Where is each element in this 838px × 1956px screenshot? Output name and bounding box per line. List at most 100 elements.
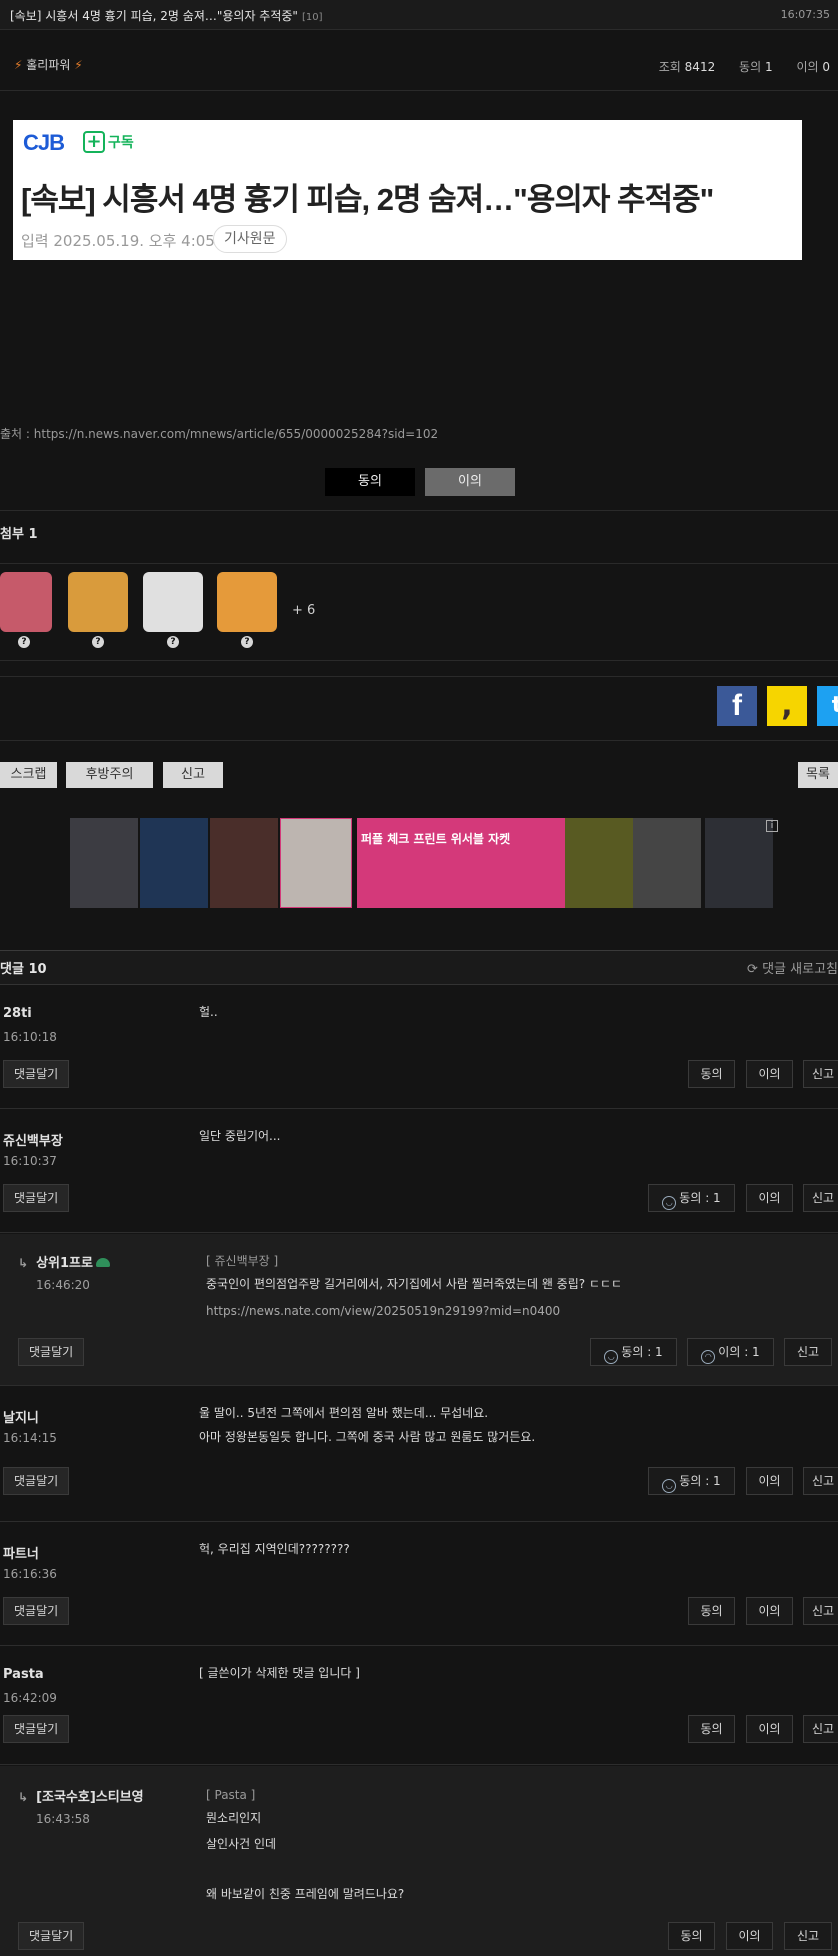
report-button[interactable]: 신고 bbox=[803, 1467, 838, 1495]
divider bbox=[0, 660, 838, 661]
comment-author[interactable]: 날지니 bbox=[3, 1407, 39, 1426]
comment-author[interactable]: Pasta bbox=[3, 1667, 44, 1682]
comment-author[interactable]: 파트너 bbox=[3, 1543, 39, 1562]
reply-button[interactable]: 댓글달기 bbox=[18, 1922, 85, 1950]
reply-button[interactable]: 댓글달기 bbox=[3, 1060, 70, 1088]
comment: 쥬신백부장 16:10:37 일단 중립기어... 댓글달기 ◡ 동의 : 1 이… bbox=[0, 1110, 838, 1233]
comment: 28ti 16:10:18 헐.. 댓글달기 동의 이의 신고 bbox=[0, 986, 838, 1109]
divider bbox=[0, 740, 838, 741]
quoted-author: [ 쥬신백부장 ] bbox=[206, 1254, 279, 1268]
ad-product[interactable] bbox=[565, 818, 633, 908]
reply-button[interactable]: 댓글달기 bbox=[3, 1715, 70, 1743]
refresh-icon: ⟳ bbox=[747, 962, 758, 977]
source-link[interactable]: 출처 : https://n.news.naver.com/mnews/arti… bbox=[0, 425, 438, 442]
emoticon-thumbnail[interactable] bbox=[68, 572, 128, 632]
ad-product[interactable] bbox=[705, 818, 773, 908]
smile-icon: ◡ bbox=[604, 1350, 619, 1364]
article-headline: [속보] 시흥서 4명 흉기 피습, 2명 숨져…"용의자 추적중" bbox=[21, 182, 714, 217]
comment-text-line: 살인사건 인데 bbox=[206, 1837, 277, 1851]
disagree-button[interactable]: 이의 bbox=[726, 1922, 773, 1950]
report-post-button[interactable]: 신고 bbox=[163, 762, 223, 788]
article-date: 입력 2025.05.19. 오후 4:05 bbox=[21, 232, 215, 250]
comment-text: 헐.. bbox=[199, 1005, 218, 1019]
list-button[interactable]: 목록 bbox=[798, 762, 838, 788]
disagree-button[interactable]: 이의 bbox=[746, 1060, 793, 1088]
post-title: [속보] 시흥서 4명 흉기 피습, 2명 숨져…"용의자 추적중" [10] bbox=[10, 9, 323, 23]
post-author[interactable]: ⚡ 홀리파워 ⚡ bbox=[14, 56, 83, 73]
report-button[interactable]: 신고 bbox=[803, 1060, 838, 1088]
comments-header bbox=[0, 950, 838, 985]
ad-product-selected[interactable] bbox=[280, 818, 352, 908]
report-button[interactable]: 신고 bbox=[803, 1184, 838, 1212]
reply-button[interactable]: 댓글달기 bbox=[18, 1338, 85, 1366]
agree-vote-button[interactable]: 동의 bbox=[325, 468, 415, 496]
comment-time: 16:46:20 bbox=[36, 1278, 90, 1292]
emoticon-thumbnail[interactable] bbox=[217, 572, 277, 632]
comment-time: 16:10:37 bbox=[3, 1154, 57, 1168]
refresh-comments[interactable]: ⟳ 댓글 새로고침 bbox=[747, 958, 838, 977]
more-attachments[interactable]: + 6 bbox=[292, 603, 315, 618]
report-button[interactable]: 신고 bbox=[803, 1715, 838, 1743]
reply-comment: ↳ [조국수호]스티브영 16:43:58 [ Pasta ] 뭔소리인지 살인사… bbox=[0, 1766, 838, 1956]
reply-button[interactable]: 댓글달기 bbox=[3, 1467, 70, 1495]
agree-button[interactable]: 동의 bbox=[668, 1922, 715, 1950]
comment-text: 중국인이 편의점업주랑 길거리에서, 자기집에서 사람 찔러죽였는데 왠 중립?… bbox=[206, 1277, 623, 1291]
reply-button[interactable]: 댓글달기 bbox=[3, 1184, 70, 1212]
comment-author[interactable]: 28ti bbox=[3, 1006, 32, 1021]
ad-hero[interactable]: 퍼플 체크 프린트 위서블 자켓 bbox=[357, 818, 599, 908]
question-icon[interactable]: ? bbox=[241, 636, 253, 648]
divider bbox=[0, 563, 838, 564]
comment-link[interactable]: https://news.nate.com/view/20250519n2919… bbox=[206, 1304, 560, 1318]
agree-button[interactable]: 동의 bbox=[688, 1715, 735, 1743]
kakaostory-icon[interactable]: , bbox=[767, 686, 807, 726]
agree-button[interactable]: 동의 bbox=[688, 1597, 735, 1625]
disagree-button[interactable]: 이의 bbox=[746, 1467, 793, 1495]
report-button[interactable]: 신고 bbox=[784, 1338, 832, 1366]
agree-button[interactable]: ◡ 동의 : 1 bbox=[590, 1338, 677, 1366]
ad-product[interactable] bbox=[210, 818, 278, 908]
reply-arrow-icon: ↳ bbox=[18, 1790, 29, 1804]
caution-button[interactable]: 후방주의 bbox=[66, 762, 153, 788]
comment-text-line: 왜 바보같이 친중 프레임에 말려드나요? bbox=[206, 1887, 405, 1901]
report-button[interactable]: 신고 bbox=[803, 1597, 838, 1625]
reply-button[interactable]: 댓글달기 bbox=[3, 1597, 70, 1625]
agree-button[interactable]: ◡ 동의 : 1 bbox=[648, 1467, 735, 1495]
disagree-button[interactable]: 이의 bbox=[746, 1597, 793, 1625]
agree-button[interactable]: 동의 bbox=[688, 1060, 735, 1088]
disagree-button[interactable]: 이의 bbox=[746, 1184, 793, 1212]
comment-text: 일단 중립기어... bbox=[199, 1129, 281, 1143]
twitter-icon[interactable]: t bbox=[817, 686, 838, 726]
disagree-button[interactable]: ◠ 이의 : 1 bbox=[687, 1338, 774, 1366]
disagree-vote-button[interactable]: 이의 bbox=[425, 468, 515, 496]
emoticon-thumbnail[interactable] bbox=[143, 572, 203, 632]
ad-product[interactable] bbox=[140, 818, 208, 908]
comment-author[interactable]: ↳ [조국수호]스티브영 bbox=[18, 1786, 144, 1805]
comment-text: 헉, 우리집 지역인데???????? bbox=[199, 1542, 350, 1556]
subscribe-badge: + 구독 bbox=[83, 131, 134, 153]
emoticon-thumbnail[interactable] bbox=[0, 572, 52, 632]
article-image: CJB + 구독 [속보] 시흥서 4명 흉기 피습, 2명 숨져…"용의자 추적… bbox=[13, 120, 802, 260]
divider bbox=[0, 676, 838, 677]
comment-time: 16:42:09 bbox=[3, 1691, 57, 1705]
comments-title: 댓글 10 bbox=[0, 962, 47, 977]
post-time: 16:07:35 bbox=[780, 8, 830, 21]
comment-text-line: 뭔소리인지 bbox=[206, 1811, 262, 1825]
comment-author[interactable]: ↳ 상위1프로 bbox=[18, 1252, 110, 1271]
question-icon[interactable]: ? bbox=[18, 636, 30, 648]
comment: Pasta 16:42:09 [ 글쓴이가 삭제한 댓글 입니다 ] 댓글달기 … bbox=[0, 1647, 838, 1765]
facebook-icon[interactable]: f bbox=[717, 686, 757, 726]
comment: 날지니 16:14:15 울 딸이.. 5년전 그쪽에서 편의점 알바 했는데.… bbox=[0, 1387, 838, 1522]
comment-text-line: 울 딸이.. 5년전 그쪽에서 편의점 알바 했는데... 무섭네요. bbox=[199, 1406, 489, 1420]
reply-comment: ↳ 상위1프로 16:46:20 [ 쥬신백부장 ] 중국인이 편의점업주랑 길거… bbox=[0, 1234, 838, 1386]
question-icon[interactable]: ? bbox=[92, 636, 104, 648]
comment-author[interactable]: 쥬신백부장 bbox=[3, 1130, 63, 1149]
scrap-button[interactable]: 스크랩 bbox=[0, 762, 57, 788]
agree-button[interactable]: ◡ 동의 : 1 bbox=[648, 1184, 735, 1212]
disagree-button[interactable]: 이의 bbox=[746, 1715, 793, 1743]
ad-product[interactable] bbox=[70, 818, 138, 908]
question-icon[interactable]: ? bbox=[167, 636, 179, 648]
ad-product[interactable] bbox=[633, 818, 701, 908]
smile-icon: ◡ bbox=[662, 1196, 677, 1210]
report-button[interactable]: 신고 bbox=[784, 1922, 832, 1950]
ad-info-icon[interactable]: i bbox=[766, 820, 778, 832]
